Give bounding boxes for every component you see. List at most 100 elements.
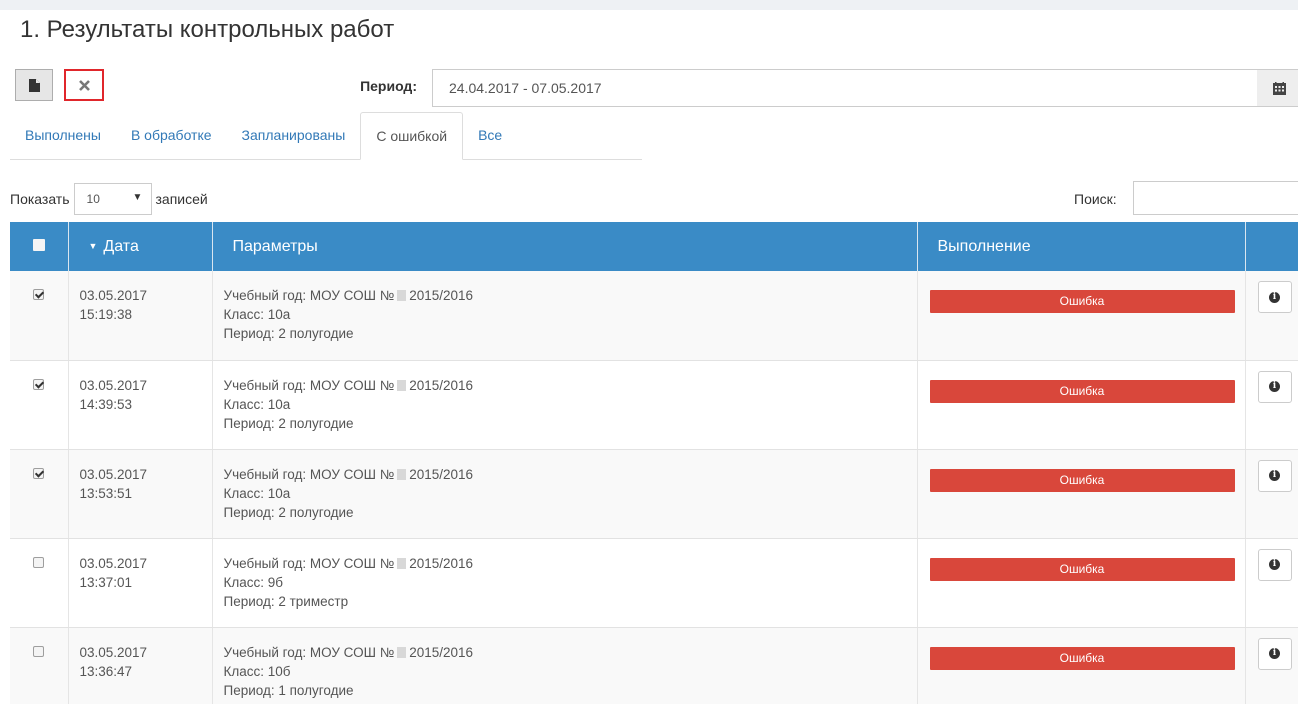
date-cell: 03.05.2017 13:37:01 (67, 538, 212, 628)
status-cell: Ошибка (916, 538, 1245, 628)
page-size-value: 10 (86, 192, 100, 206)
column-status-header[interactable]: Выполнение (916, 222, 1245, 271)
status-cell: Ошибка (916, 449, 1245, 539)
table-row: 03.05.2017 13:36:47 Учебный год: МОУ СОШ … (10, 627, 1298, 704)
school-name: Учебный год: МОУ СОШ № (223, 288, 395, 303)
info-button[interactable]: i (1257, 637, 1292, 670)
info-button[interactable]: i (1257, 459, 1292, 492)
status-cell: Ошибка (916, 360, 1245, 450)
redacted-number (397, 379, 407, 391)
date-cell: 03.05.2017 13:36:47 (67, 627, 212, 704)
time-value: 13:37:01 (79, 574, 133, 590)
tab-all[interactable]: Все (463, 112, 517, 158)
redacted-number (397, 557, 407, 569)
row-checkbox[interactable] (33, 467, 45, 479)
actions-cell: i (1244, 538, 1298, 628)
params-cell: Учебный год: МОУ СОШ № 2015/2016 Класс: 9б… (211, 538, 917, 628)
params-cell: Учебный год: МОУ СОШ № 2015/2016 Класс: 10… (211, 627, 917, 704)
calendar-button[interactable] (1257, 69, 1298, 107)
select-all-checkbox[interactable] (32, 238, 45, 251)
tab-scheduled[interactable]: Запланированы (227, 112, 361, 158)
info-icon: i (1269, 381, 1280, 392)
info-icon: i (1269, 559, 1280, 570)
params-cell: Учебный год: МОУ СОШ № 2015/2016 Класс: 10… (211, 449, 917, 539)
actions-cell: i (1244, 627, 1298, 704)
school-name: Учебный год: МОУ СОШ № (223, 466, 395, 482)
sort-desc-icon: ▼ (88, 240, 98, 251)
row-checkbox[interactable] (33, 289, 45, 300)
info-button[interactable]: i (1257, 281, 1292, 313)
year-value: 2015/2016 (409, 377, 474, 393)
info-button[interactable]: i (1257, 548, 1292, 581)
redacted-number (397, 646, 407, 658)
class-line: Класс: 10а (223, 485, 291, 501)
school-name: Учебный год: МОУ СОШ № (223, 555, 395, 571)
period-line: Период: 2 полугодие (223, 504, 354, 520)
status-cell: Ошибка (916, 627, 1245, 704)
year-value: 2015/2016 (409, 466, 474, 482)
table-row: 03.05.2017 14:39:53 Учебный год: МОУ СОШ … (10, 360, 1298, 450)
page-title: 1. Результаты контрольных работ (20, 16, 395, 43)
clear-button[interactable] (64, 69, 104, 101)
info-button[interactable]: i (1257, 370, 1292, 403)
tab-with-error[interactable]: С ошибкой (360, 112, 464, 160)
date-value: 03.05.2017 (79, 288, 148, 303)
status-badge: Ошибка (929, 290, 1235, 313)
date-value: 03.05.2017 (79, 555, 148, 571)
row-checkbox[interactable] (33, 556, 45, 568)
class-line: Класс: 10б (223, 663, 291, 679)
table-row: 03.05.2017 15:19:38 Учебный год: МОУ СОШ … (10, 271, 1298, 361)
tab-completed[interactable]: Выполнены (10, 112, 116, 158)
status-badge: Ошибка (929, 646, 1235, 670)
actions-cell: i (1244, 271, 1298, 361)
column-params-header[interactable]: Параметры (211, 222, 917, 271)
records-label: записей (155, 191, 208, 207)
column-date-label: Дата (103, 237, 139, 255)
tab-processing[interactable]: В обработке (116, 112, 227, 158)
redacted-number (397, 290, 407, 301)
status-badge: Ошибка (929, 557, 1235, 581)
table-row: 03.05.2017 13:37:01 Учебный год: МОУ СОШ … (10, 538, 1298, 628)
date-cell: 03.05.2017 15:19:38 (67, 271, 212, 361)
top-strip (0, 0, 1298, 10)
row-select-cell (10, 360, 68, 450)
table-row: 03.05.2017 13:53:51 Учебный год: МОУ СОШ … (10, 449, 1298, 539)
row-select-cell (10, 271, 68, 361)
select-all-cell (10, 222, 68, 271)
date-cell: 03.05.2017 13:53:51 (67, 449, 212, 539)
time-value: 15:19:38 (79, 307, 133, 322)
period-line: Период: 2 полугодие (223, 415, 354, 431)
status-badge: Ошибка (929, 468, 1235, 492)
actions-cell: i (1244, 360, 1298, 450)
date-value: 03.05.2017 (79, 644, 148, 660)
column-params-label: Параметры (232, 237, 318, 255)
school-year-line: Учебный год: МОУ СОШ № 2015/2016 (224, 376, 917, 395)
period-line: Период: 1 полугодие (223, 682, 354, 698)
search-label: Поиск: (1074, 191, 1117, 207)
year-value: 2015/2016 (409, 288, 474, 303)
actions-cell: i (1244, 449, 1298, 539)
year-value: 2015/2016 (409, 555, 474, 571)
school-year-line: Учебный год: МОУ СОШ № 2015/2016 (224, 554, 917, 573)
row-select-cell (10, 538, 68, 628)
time-value: 13:36:47 (79, 663, 133, 679)
period-input[interactable]: 24.04.2017 - 07.05.2017 (432, 69, 1258, 107)
school-year-line: Учебный год: МОУ СОШ № 2015/2016 (224, 465, 917, 484)
export-button[interactable] (15, 69, 53, 101)
status-badge: Ошибка (929, 379, 1235, 403)
chevron-down-icon: ▼ (132, 192, 143, 203)
time-value: 14:39:53 (79, 396, 133, 412)
row-checkbox[interactable] (33, 645, 45, 657)
school-name: Учебный год: МОУ СОШ № (223, 644, 395, 660)
search-input[interactable] (1133, 181, 1298, 215)
close-icon (78, 79, 90, 91)
period-line: Период: 2 полугодие (223, 326, 354, 341)
school-name: Учебный год: МОУ СОШ № (223, 377, 395, 393)
column-status-label: Выполнение (937, 237, 1031, 255)
page-size-control: Показать 10 ▼ записей (10, 183, 208, 215)
column-date-header[interactable]: ▼ Дата (67, 222, 212, 271)
page-size-select[interactable]: 10 ▼ (73, 183, 152, 215)
row-checkbox[interactable] (33, 378, 45, 390)
file-icon (28, 78, 40, 92)
year-value: 2015/2016 (409, 644, 474, 660)
